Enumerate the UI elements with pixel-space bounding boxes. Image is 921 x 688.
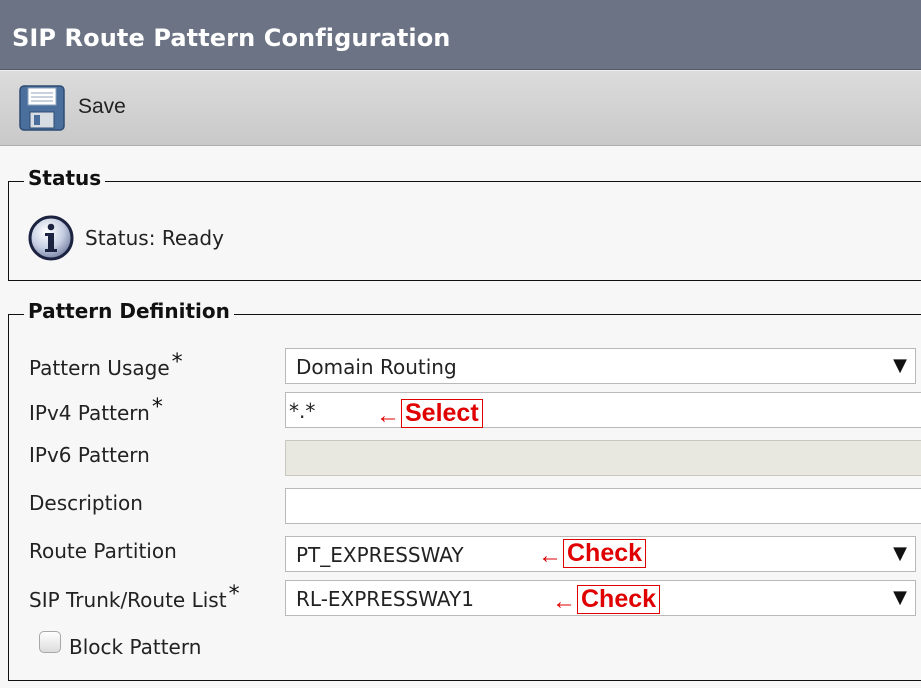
annotation-check-partition-label: Check (563, 539, 647, 568)
toolbar: Save (0, 70, 921, 146)
title-bar: SIP Route Pattern Configuration (0, 0, 921, 70)
description-input[interactable] (285, 488, 921, 524)
pattern-usage-select[interactable]: Domain Routing ▼ (285, 348, 916, 384)
pattern-usage-label: Pattern Usage* (29, 350, 183, 380)
status-group: Status Status: Ready (8, 166, 921, 281)
ipv6-pattern-input (285, 440, 921, 476)
status-legend: Status (24, 166, 106, 190)
page-title: SIP Route Pattern Configuration (12, 24, 451, 52)
route-partition-label: Route Partition (29, 539, 177, 563)
route-partition-value: PT_EXPRESSWAY (296, 543, 464, 567)
description-label: Description (29, 491, 143, 515)
save-label: Save (78, 95, 126, 118)
block-pattern-label[interactable]: Block Pattern (69, 635, 201, 659)
required-marker: * (171, 350, 183, 375)
annotation-select: ← Select (376, 399, 483, 430)
sip-trunk-label: SIP Trunk/Route List* (29, 582, 240, 612)
ipv4-pattern-label: IPv4 Pattern* (29, 395, 163, 425)
annotation-check-trunk: ← Check (552, 585, 661, 616)
left-arrow-icon: ← (538, 542, 562, 569)
save-button[interactable]: Save (14, 81, 154, 135)
annotation-check-partition: ← Check (538, 539, 647, 570)
pattern-definition-group: Pattern Definition Pattern Usage* Domain… (8, 299, 921, 681)
sip-trunk-value: RL-EXPRESSWAY1 (296, 587, 474, 611)
pattern-usage-value: Domain Routing (296, 355, 457, 379)
status-text: Status: Ready (85, 226, 224, 250)
info-icon (28, 215, 74, 261)
pattern-definition-legend: Pattern Definition (24, 299, 234, 323)
required-marker: * (228, 582, 240, 607)
ipv6-pattern-label: IPv6 Pattern (29, 443, 150, 467)
left-arrow-icon: ← (552, 588, 576, 615)
block-pattern-checkbox[interactable] (39, 631, 61, 653)
floppy-disk-icon (19, 85, 65, 131)
left-arrow-icon: ← (376, 402, 400, 429)
annotation-check-trunk-label: Check (577, 585, 661, 614)
ipv4-pattern-value: *.* (289, 399, 316, 423)
dropdown-caret-icon: ▼ (893, 355, 907, 376)
required-marker: * (151, 395, 163, 420)
dropdown-caret-icon: ▼ (893, 543, 907, 564)
annotation-select-label: Select (401, 399, 483, 428)
dropdown-caret-icon: ▼ (893, 587, 907, 608)
